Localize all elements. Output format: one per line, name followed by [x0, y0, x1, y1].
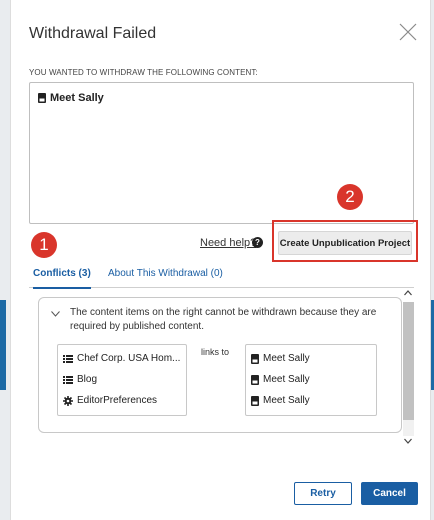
- links-to-label: links to: [201, 347, 230, 357]
- conflict-message: The content items on the right cannot be…: [70, 307, 377, 332]
- dialog-title: Withdrawal Failed: [29, 25, 157, 42]
- conflict-sources-list: Chef Corp. USA Hom... Blog EditorPrefere…: [57, 344, 187, 416]
- tab-about-this-withdrawal[interactable]: About This Withdrawal (0): [108, 268, 223, 279]
- list-item: Meet Sally: [251, 353, 310, 364]
- list-icon: [63, 375, 73, 384]
- list-item: Meet Sally: [38, 92, 104, 104]
- background-accent-left: [0, 300, 6, 390]
- document-icon: [251, 395, 259, 406]
- instructions-label: YOU WANTED TO WITHDRAW THE FOLLOWING CON…: [29, 68, 258, 77]
- document-icon: [251, 374, 259, 385]
- source-label: Chef Corp. USA Hom...: [77, 353, 181, 364]
- list-icon: [63, 354, 73, 363]
- withdrawal-failed-dialog: Withdrawal Failed YOU WANTED TO WITHDRAW…: [10, 0, 431, 520]
- list-item: Blog: [63, 374, 97, 385]
- source-label: Blog: [77, 374, 98, 385]
- close-icon[interactable]: [399, 23, 417, 41]
- list-item: EditorPreferences: [63, 395, 157, 406]
- document-icon: [38, 93, 46, 103]
- target-label: Meet Sally: [263, 395, 310, 406]
- callout-badge-2: 2: [337, 184, 363, 210]
- conflict-scrollbar[interactable]: [402, 290, 414, 446]
- list-item: Chef Corp. USA Hom...: [63, 353, 180, 364]
- need-help-link[interactable]: Need help?: [200, 237, 256, 249]
- scroll-thumb[interactable]: [403, 302, 414, 420]
- target-label: Meet Sally: [263, 353, 310, 364]
- source-label: EditorPreferences: [77, 395, 158, 406]
- tab-conflicts[interactable]: Conflicts (3): [33, 268, 91, 289]
- chevron-down-icon[interactable]: [51, 311, 60, 317]
- list-item: Meet Sally: [251, 395, 310, 406]
- cancel-button[interactable]: Cancel: [361, 482, 418, 505]
- help-icon[interactable]: ?: [252, 237, 263, 248]
- chevron-down-icon[interactable]: [404, 438, 412, 444]
- callout-badge-1: 1: [31, 232, 57, 258]
- gear-icon: [63, 395, 73, 406]
- list-item: Meet Sally: [251, 374, 310, 385]
- target-label: Meet Sally: [263, 374, 310, 385]
- chevron-up-icon[interactable]: [404, 290, 412, 296]
- background-app-left: [0, 0, 10, 520]
- conflict-panel: The content items on the right cannot be…: [38, 297, 402, 433]
- dialog-tabs: Conflicts (3) About This Withdrawal (0): [29, 266, 414, 289]
- create-unpublication-project-button[interactable]: Create Unpublication Project: [278, 231, 412, 255]
- conflict-targets-list: Meet Sally Meet Sally Meet Sally: [245, 344, 377, 416]
- retry-button[interactable]: Retry: [294, 482, 352, 505]
- document-icon: [251, 353, 259, 364]
- content-item-label: Meet Sally: [50, 92, 104, 104]
